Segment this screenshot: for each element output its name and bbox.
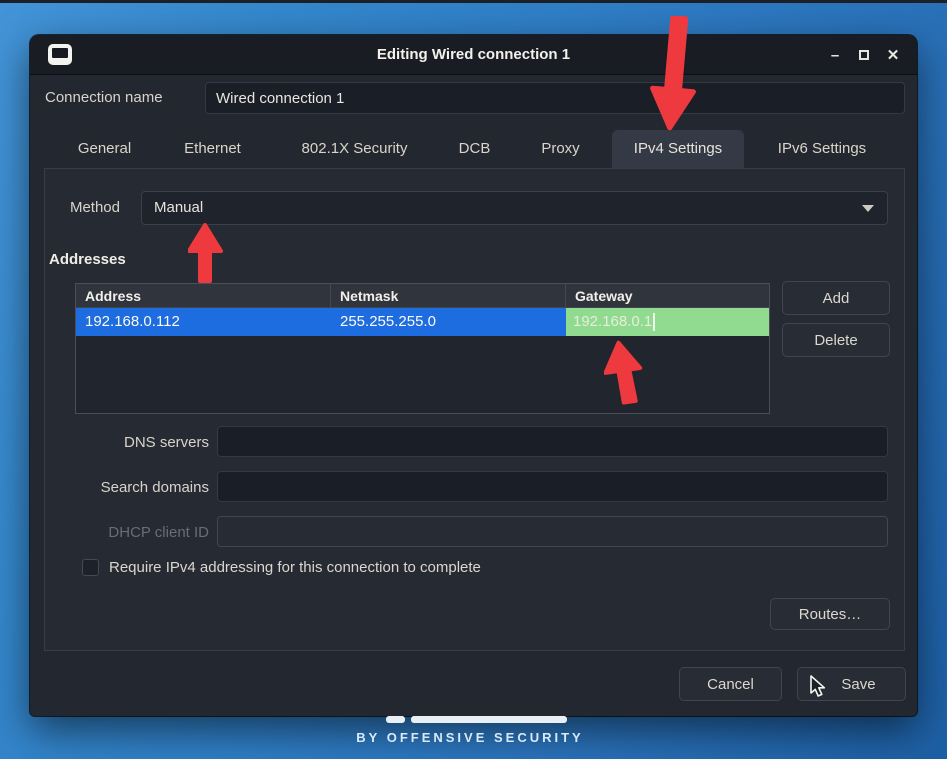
kali-logo-fragment <box>386 716 405 723</box>
red-arrow-gateway <box>604 340 650 412</box>
window-controls: – ✕ <box>827 35 901 75</box>
connection-name-input[interactable] <box>205 82 905 114</box>
dhcp-client-id-label: DHCP client ID <box>50 524 209 541</box>
table-header-row: Address Netmask Gateway <box>76 284 769 308</box>
method-value: Manual <box>154 199 203 216</box>
method-label: Method <box>50 199 120 216</box>
desktop: Editing Wired connection 1 – ✕ Connectio… <box>0 0 947 759</box>
dhcp-client-id-input[interactable] <box>217 516 888 547</box>
tab-general[interactable]: General <box>61 130 148 168</box>
addresses-table[interactable]: Address Netmask Gateway 192.168.0.112 25… <box>75 283 770 414</box>
method-dropdown[interactable]: Manual <box>141 191 888 225</box>
tab-ethernet[interactable]: Ethernet <box>167 130 258 168</box>
kali-logo-fragment <box>411 716 567 723</box>
dns-servers-label: DNS servers <box>50 434 209 451</box>
minimize-icon[interactable]: – <box>827 47 843 64</box>
search-domains-input[interactable] <box>217 471 888 502</box>
addresses-label: Addresses <box>49 251 126 268</box>
address-cell[interactable]: 192.168.0.112 <box>76 308 331 336</box>
screen-top-edge <box>0 0 947 3</box>
tab-dcb[interactable]: DCB <box>445 130 504 168</box>
tab-ipv6-settings[interactable]: IPv6 Settings <box>762 130 882 168</box>
search-domains-label: Search domains <box>50 479 209 496</box>
netmask-cell[interactable]: 255.255.255.0 <box>331 308 566 336</box>
tab-proxy[interactable]: Proxy <box>527 130 594 168</box>
require-ipv4-label: Require IPv4 addressing for this connect… <box>109 559 481 576</box>
add-button[interactable]: Add <box>782 281 890 315</box>
maximize-icon[interactable] <box>856 47 872 64</box>
column-header-address[interactable]: Address <box>76 284 331 307</box>
mouse-cursor <box>809 675 829 699</box>
routes-button[interactable]: Routes… <box>770 598 890 630</box>
nm-connection-editor-window: Editing Wired connection 1 – ✕ Connectio… <box>30 35 917 716</box>
titlebar[interactable]: Editing Wired connection 1 – ✕ <box>30 35 917 75</box>
chevron-down-icon <box>862 205 874 212</box>
window-title: Editing Wired connection 1 <box>30 35 917 75</box>
column-header-gateway[interactable]: Gateway <box>566 284 769 307</box>
column-header-netmask[interactable]: Netmask <box>331 284 566 307</box>
cancel-button[interactable]: Cancel <box>679 667 782 701</box>
tab-8021x-security[interactable]: 802.1X Security <box>280 130 429 168</box>
text-caret <box>653 313 655 331</box>
red-arrow-method <box>188 223 224 287</box>
connection-name-label: Connection name <box>45 89 163 106</box>
gateway-edit-value: 192.168.0.1 <box>573 308 652 336</box>
table-row[interactable]: 192.168.0.112 255.255.255.0 192.168.0.1 <box>76 308 769 336</box>
offensive-security-branding: BY OFFENSIVE SECURITY <box>330 730 610 745</box>
require-ipv4-checkbox[interactable] <box>82 559 99 576</box>
close-icon[interactable]: ✕ <box>885 46 901 64</box>
red-arrow-ipv4-tab <box>646 16 704 136</box>
dns-servers-input[interactable] <box>217 426 888 457</box>
gateway-cell-editing[interactable]: 192.168.0.1 <box>566 308 769 336</box>
delete-button[interactable]: Delete <box>782 323 890 357</box>
